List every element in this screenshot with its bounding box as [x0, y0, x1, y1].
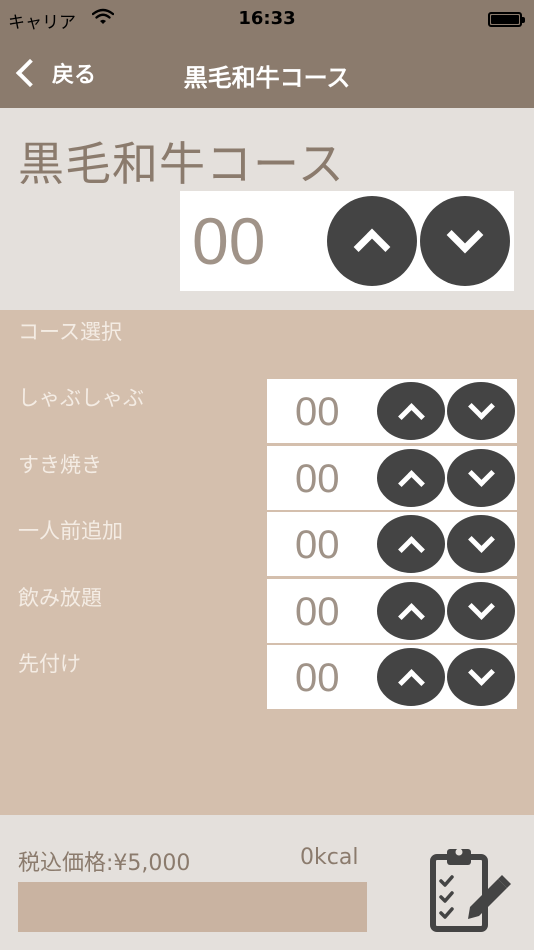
navigation-bar: 戻る 黒毛和牛コース [0, 38, 534, 108]
option-count: 00 [295, 656, 340, 700]
chevron-up-icon [397, 402, 425, 430]
status-time: 16:33 [238, 8, 296, 29]
course-quantity-stepper: 00 [180, 191, 514, 291]
course-title: 黒毛和牛コース [18, 137, 345, 191]
option-increment-button[interactable] [377, 515, 445, 573]
option-label-shabushabu: しゃぶしゃぶ [18, 386, 144, 410]
chevron-down-icon [467, 459, 495, 487]
option-label-sukiyaki: すき焼き [18, 453, 102, 477]
option-count: 00 [295, 523, 340, 567]
chevron-down-icon [467, 392, 495, 420]
course-count: 00 [192, 204, 266, 278]
order-button[interactable] [422, 845, 512, 935]
chevron-down-icon [467, 592, 495, 620]
order-footer: 税込価格:¥5,000 0kcal [0, 815, 534, 950]
option-stepper-extra-portion: 00 [267, 512, 517, 576]
chevron-down-icon [446, 216, 484, 254]
calorie-label: 0kcal [300, 845, 359, 870]
chevron-up-icon [353, 228, 391, 266]
option-decrement-button[interactable] [447, 582, 515, 640]
option-decrement-button[interactable] [447, 515, 515, 573]
chevron-up-icon [397, 602, 425, 630]
option-stepper-shabushabu: 00 [267, 379, 517, 443]
page-title: 黒毛和牛コース [183, 64, 351, 92]
chevron-up-icon [397, 469, 425, 497]
option-decrement-button[interactable] [447, 648, 515, 706]
option-count: 00 [295, 457, 340, 501]
option-label-all-you-can-drink: 飲み放題 [18, 586, 102, 610]
course-header: 黒毛和牛コース 00 [0, 108, 534, 310]
section-label: コース選択 [18, 320, 122, 344]
option-stepper-appetizer: 00 [267, 645, 517, 709]
option-count: 00 [295, 390, 340, 434]
course-decrement-button[interactable] [420, 196, 510, 286]
option-label-appetizer: 先付け [18, 652, 81, 676]
option-increment-button[interactable] [377, 648, 445, 706]
chevron-up-icon [397, 535, 425, 563]
battery-icon [488, 12, 525, 27]
option-count: 00 [295, 590, 340, 634]
option-decrement-button[interactable] [447, 449, 515, 507]
option-stepper-sukiyaki: 00 [267, 446, 517, 510]
progress-bar [18, 882, 367, 932]
option-increment-button[interactable] [377, 382, 445, 440]
chevron-up-icon [397, 668, 425, 696]
option-label-extra-portion: 一人前追加 [18, 519, 123, 543]
clipboard-edit-icon [430, 848, 511, 932]
option-increment-button[interactable] [377, 449, 445, 507]
course-increment-button[interactable] [327, 196, 417, 286]
chevron-down-icon [467, 525, 495, 553]
status-bar: キャリア 16:33 [0, 0, 534, 38]
option-decrement-button[interactable] [447, 382, 515, 440]
option-stepper-all-you-can-drink: 00 [267, 579, 517, 643]
option-increment-button[interactable] [377, 582, 445, 640]
chevron-down-icon [467, 658, 495, 686]
price-label: 税込価格:¥5,000 [18, 851, 191, 876]
